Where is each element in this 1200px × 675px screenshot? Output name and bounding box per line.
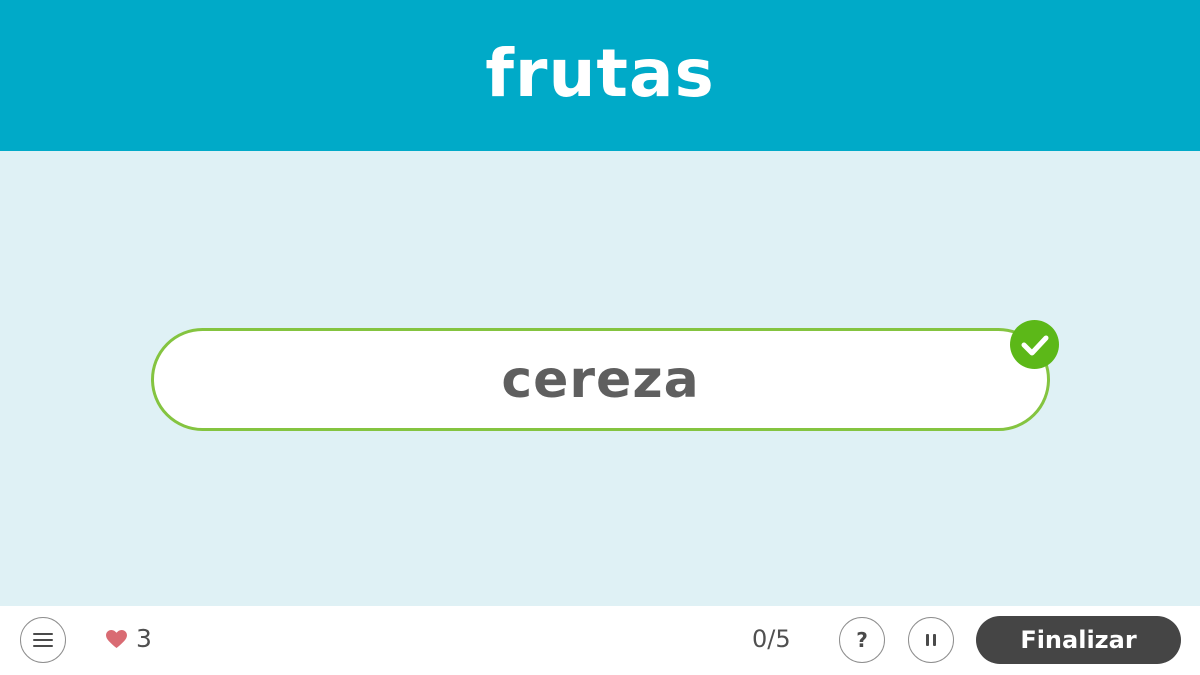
footer-bar: 3 0/5 ? Finalizar (0, 606, 1200, 675)
pause-button[interactable] (908, 617, 954, 663)
heart-icon (106, 629, 127, 648)
header-bar: frutas (0, 0, 1200, 151)
menu-button[interactable] (20, 617, 66, 663)
progress-counter: 0/5 (752, 625, 791, 653)
category-title: frutas (485, 35, 715, 112)
answer-word: cereza (501, 349, 700, 410)
check-icon (1010, 320, 1059, 369)
help-icon: ? (856, 628, 868, 652)
hamburger-menu-icon (33, 633, 53, 647)
lives-counter: 3 (105, 624, 152, 653)
finish-button[interactable]: Finalizar (976, 616, 1181, 664)
game-area: cereza (0, 151, 1200, 606)
help-button[interactable]: ? (839, 617, 885, 663)
lives-count: 3 (136, 624, 152, 653)
answer-card[interactable]: cereza (151, 328, 1050, 431)
pause-icon (926, 634, 936, 646)
